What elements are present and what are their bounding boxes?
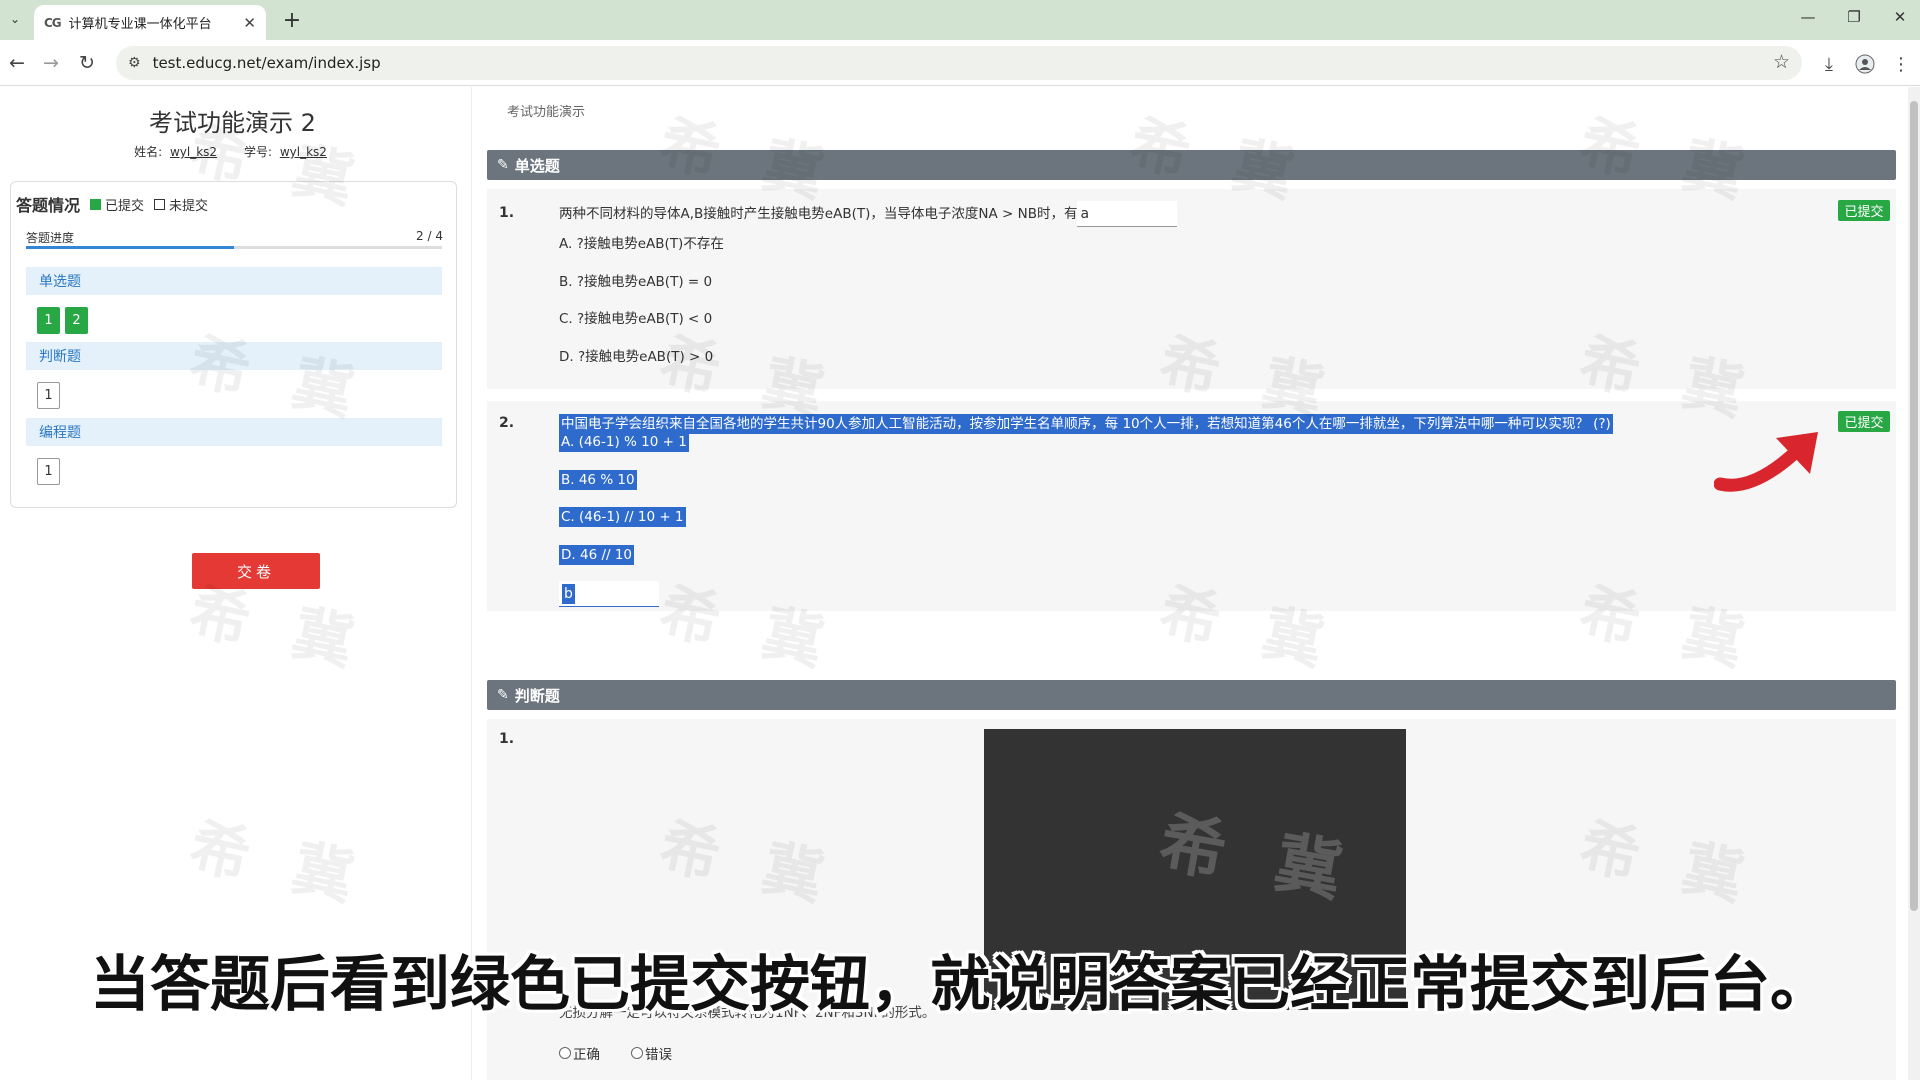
progress-bar [26, 246, 442, 249]
page-scrollbar[interactable] [1908, 87, 1920, 1080]
pencil-icon: ✎ [497, 687, 509, 703]
section-title: 单选题 [514, 156, 560, 175]
profile-avatar-icon[interactable] [1852, 51, 1878, 77]
restore-icon[interactable]: ❐ [1842, 8, 1866, 26]
status-legend: 已提交 未提交 [90, 195, 208, 214]
student-info: 姓名: wyl_ks2 学号: wyl_ks2 [0, 143, 465, 160]
option-d: D. ?接触电势eAB(T) > 0 [559, 349, 714, 365]
submitted-legend-icon [90, 198, 102, 210]
question-nav-button[interactable]: 2 [65, 307, 88, 334]
url-text[interactable]: test.educg.net/exam/index.jsp [153, 54, 381, 72]
question-stem: 两种不同材料的导体A,B接触时产生接触电势eAB(T)，当导体电子浓度NA > … [559, 206, 1078, 222]
answer-input[interactable]: b [559, 581, 659, 607]
true-false-section-header: ✎ 判断题 [487, 680, 1896, 710]
option-b: B. 46 % 10 [559, 470, 637, 490]
submitted-badge: 已提交 [1838, 411, 1890, 432]
single-choice-section-header: ✎ 单选题 [487, 150, 1896, 180]
question-number: 2. [499, 415, 515, 431]
exam-main-content: 考试功能演示 ✎ 单选题 1. 两种不同材料的导体A,B接触时产生接触电势eAB… [473, 87, 1910, 1080]
option-d-text: D. 46 // 10 [559, 545, 635, 565]
tab-close-icon[interactable]: ✕ [243, 14, 256, 32]
answer-input[interactable]: a [1077, 201, 1178, 227]
option-c: C. (46-1) // 10 + 1 [559, 507, 686, 527]
option-c: C. ?接触电势eAB(T) < 0 [559, 311, 713, 327]
question-card: 1. 无损分解一定可以将关系模式转化为1NF、2NF和3NF的形式。 正确 错误 [487, 719, 1896, 1080]
option-a: A. ?接触电势eAB(T)不存在 [559, 236, 724, 252]
section-title: 判断题 [514, 686, 560, 705]
question-card: 2. 中国电子学会组织来自全国各地的学生共计90人参加人工智能活动，按参加学生名… [487, 401, 1896, 611]
scrollbar-thumb[interactable] [1910, 101, 1918, 911]
answer-row: b [559, 581, 659, 607]
status-title: 答题情况 [16, 196, 81, 215]
option-c-text: C. (46-1) // 10 + 1 [559, 507, 686, 527]
progress-count: 2 / 4 [416, 229, 443, 243]
legend-unsubmitted-label: 未提交 [169, 198, 209, 214]
id-value: wyl_ks2 [279, 145, 327, 159]
question-text: 中国电子学会组织来自全国各地的学生共计90人参加人工智能活动，按参加学生名单顺序… [559, 412, 1613, 434]
section-true-false[interactable]: 判断题 [26, 342, 442, 370]
red-arrow-icon [1714, 432, 1818, 492]
download-icon[interactable]: ⤓ [1816, 51, 1842, 77]
id-label: 学号: [243, 145, 272, 159]
submit-exam-button[interactable]: 交卷 [192, 553, 320, 589]
option-false[interactable]: 错误 [631, 1043, 672, 1063]
unsubmitted-legend-icon [154, 198, 166, 210]
question-stem: 中国电子学会组织来自全国各地的学生共计90人参加人工智能活动，按参加学生名单顺序… [559, 414, 1613, 434]
answer-status-card: 答题情况 已提交 未提交 答题进度 2 / 4 单选题 1 2 判断题 1 编程… [10, 181, 457, 508]
legend-submitted-label: 已提交 [105, 198, 145, 214]
name-label: 姓名: [134, 145, 163, 159]
video-subtitle: 当答题后看到绿色已提交按钮，就说明答案已经正常提交到后台。 [90, 950, 1830, 1020]
option-true-label: 正确 [573, 1047, 600, 1063]
submitted-badge: 已提交 [1838, 200, 1890, 221]
tab-search-chevron-icon[interactable]: ⌄ [4, 6, 26, 32]
bookmark-star-icon[interactable]: ☆ [1773, 51, 1790, 73]
option-b-text: B. 46 % 10 [559, 470, 637, 490]
forward-arrow-icon[interactable]: → [38, 50, 64, 76]
pencil-icon: ✎ [497, 157, 509, 173]
minimize-icon[interactable]: — [1796, 8, 1820, 26]
answer-value: b [562, 584, 575, 604]
option-d: D. 46 // 10 [559, 545, 635, 565]
browser-tab-strip: ⌄ CG 计算机专业课一体化平台 ✕ + — ❐ ✕ [0, 0, 1920, 40]
section-single-choice[interactable]: 单选题 [26, 267, 442, 295]
progress-bar-fill [26, 246, 234, 249]
question-nav-button[interactable]: 1 [37, 307, 60, 334]
tab-title: 计算机专业课一体化平台 [68, 17, 212, 32]
new-tab-plus-icon[interactable]: + [278, 6, 306, 34]
question-number: 1. [499, 205, 515, 221]
breadcrumb: 考试功能演示 [507, 105, 586, 120]
radio-circle-icon[interactable] [559, 1047, 571, 1059]
radio-circle-icon[interactable] [631, 1047, 643, 1059]
address-bar[interactable]: ⚙ test.educg.net/exam/index.jsp ☆ [116, 46, 1802, 80]
question-card: 1. 两种不同材料的导体A,B接触时产生接触电势eAB(T)，当导体电子浓度NA… [487, 189, 1896, 389]
name-value: wyl_ks2 [169, 145, 218, 159]
status-header: 答题情况 已提交 未提交 [16, 192, 208, 216]
option-b: B. ?接触电势eAB(T) = 0 [559, 274, 713, 290]
single-choice-question-buttons: 1 2 [37, 307, 88, 334]
question-number: 1. [499, 731, 515, 747]
question-nav-button[interactable]: 1 [37, 382, 60, 409]
browser-tab[interactable]: CG 计算机专业课一体化平台 ✕ [34, 5, 266, 40]
exam-title: 考试功能演示 2 [149, 109, 316, 137]
back-arrow-icon[interactable]: ← [4, 50, 30, 76]
browser-menu-icon[interactable]: ⋮ [1888, 51, 1914, 77]
window-close-icon[interactable]: ✕ [1888, 8, 1912, 26]
question-text: 两种不同材料的导体A,B接触时产生接触电势eAB(T)，当导体电子浓度NA > … [559, 201, 1178, 227]
option-false-label: 错误 [645, 1047, 672, 1063]
option-true[interactable]: 正确 [559, 1043, 600, 1063]
programming-question-buttons: 1 [37, 458, 60, 485]
site-info-icon[interactable]: ⚙ [128, 55, 141, 71]
exam-sidebar: 考试功能演示 2 姓名: wyl_ks2 学号: wyl_ks2 答题情况 已提… [0, 87, 472, 1080]
progress-label: 答题进度 [26, 231, 75, 245]
browser-toolbar: ← → ↻ ⚙ test.educg.net/exam/index.jsp ☆ … [0, 40, 1920, 86]
reload-icon[interactable]: ↻ [74, 50, 100, 76]
question-nav-button[interactable]: 1 [37, 458, 60, 485]
option-a-text: A. (46-1) % 10 + 1 [559, 432, 689, 452]
true-false-question-buttons: 1 [37, 382, 60, 409]
section-programming[interactable]: 编程题 [26, 418, 442, 446]
option-a: A. (46-1) % 10 + 1 [559, 432, 689, 452]
site-favicon-icon: CG [44, 15, 62, 30]
